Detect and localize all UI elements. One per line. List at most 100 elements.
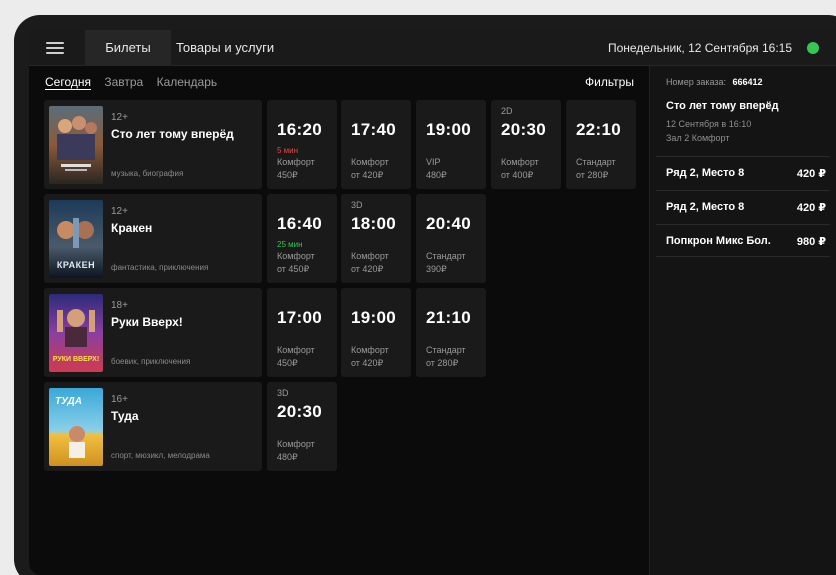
session-price: 450₽ (277, 358, 298, 368)
tab-tickets[interactable]: Билеты (85, 30, 171, 66)
order-session-hall: Зал 2 Комфорт (666, 133, 730, 143)
order-item-label: Попкрон Микс Бол. (666, 235, 771, 247)
day-today[interactable]: Сегодня (45, 75, 91, 89)
session-hall: Стандарт (426, 345, 466, 355)
session-time: 22:10 (576, 120, 621, 139)
order-item[interactable]: Ряд 2, Место 8 420 ₽ (656, 190, 830, 223)
session-card[interactable]: 17:40 Комфорт от 420₽ (341, 100, 411, 189)
session-card[interactable]: 16:40 25 мин Комфорт от 450₽ (267, 194, 337, 283)
filters-button[interactable]: Фильтры (585, 75, 634, 89)
session-card[interactable]: 3D 20:30 Комфорт 480₽ (267, 382, 337, 471)
session-hall: Стандарт (426, 251, 466, 261)
session-hall: Комфорт (277, 251, 315, 261)
session-card[interactable]: 22:10 Стандарт от 280₽ (566, 100, 636, 189)
session-format: 2D (501, 106, 513, 116)
order-item-label: Ряд 2, Место 8 (666, 201, 745, 213)
order-item[interactable]: Ряд 2, Место 8 420 ₽ (656, 156, 830, 189)
order-item-price: 420 ₽ (796, 168, 826, 180)
session-hall: Комфорт (351, 345, 389, 355)
order-item-label: Ряд 2, Место 8 (666, 167, 745, 179)
order-item[interactable]: Попкрон Микс Бол. 980 ₽ (656, 224, 830, 257)
session-hall: VIP (426, 157, 441, 167)
movie-poster: ТУДА (49, 388, 103, 466)
movie-genre: боевик, приключения (111, 357, 191, 366)
session-price: от 420₽ (351, 264, 384, 274)
order-movie-title: Сто лет тому вперёд (666, 100, 779, 112)
movie-genre: музыка, биография (111, 169, 184, 178)
session-time: 21:10 (426, 308, 471, 327)
session-card[interactable]: 21:10 Стандарт от 280₽ (416, 288, 486, 377)
session-time: 17:00 (277, 308, 322, 327)
session-price: 390₽ (426, 264, 447, 274)
movie-title: Кракен (111, 221, 153, 235)
current-datetime: Понедельник, 12 Сентября 16:15 (607, 41, 792, 55)
session-hall: Комфорт (351, 157, 389, 167)
order-number-label: Номер заказа: (666, 77, 727, 87)
app-screen: Билеты Товары и услуги Понедельник, 12 С… (29, 30, 836, 575)
order-session-info: 12 Сентября в 16:10 Зал 2 Комфорт (666, 117, 751, 145)
poster-caption: КРАКЕН (56, 260, 96, 270)
session-hall: Комфорт (277, 439, 315, 449)
session-card[interactable]: 2D 20:30 Комфорт от 400₽ (491, 100, 561, 189)
order-item-price: 420 ₽ (796, 202, 826, 214)
session-time: 18:00 (351, 214, 396, 233)
session-hall: Комфорт (501, 157, 539, 167)
tab-goods-services[interactable]: Товары и услуги (176, 30, 274, 66)
session-format: 3D (351, 200, 363, 210)
session-time: 16:20 (277, 120, 322, 139)
movie-title: Руки Вверх! (111, 315, 183, 329)
online-status-indicator (807, 42, 819, 54)
movie-title: Туда (111, 409, 139, 423)
movie-poster (49, 106, 103, 184)
session-time: 20:30 (277, 402, 322, 421)
session-hall: Комфорт (277, 345, 315, 355)
session-format: 3D (277, 388, 289, 398)
age-rating: 12+ (111, 206, 128, 217)
movie-card[interactable]: КРАКЕН 12+ Кракен фантастика, приключени… (44, 194, 262, 283)
movie-card[interactable]: РУКИ ВВЕРХ! 18+ Руки Вверх! боевик, прик… (44, 288, 262, 377)
session-price: от 450₽ (277, 264, 310, 274)
session-card[interactable]: 16:20 5 мин Комфорт 450₽ (267, 100, 337, 189)
session-starts-soon: 25 мин (277, 240, 303, 249)
session-price: от 420₽ (351, 358, 384, 368)
order-number-row: Номер заказа: 666412 (666, 77, 763, 87)
session-time: 20:30 (501, 120, 546, 139)
order-session-date: 12 Сентября в 16:10 (666, 119, 752, 129)
session-hall: Комфорт (277, 157, 315, 167)
top-bar: Билеты Товары и услуги Понедельник, 12 С… (29, 30, 836, 66)
session-starts-soon: 5 мин (277, 146, 299, 155)
session-price: от 420₽ (351, 170, 384, 180)
day-filter-nav: Сегодня Завтра Календарь (45, 75, 227, 89)
day-calendar[interactable]: Календарь (157, 75, 218, 89)
poster-caption: ТУДА (55, 396, 82, 407)
session-price: 480₽ (277, 452, 298, 462)
session-time: 19:00 (426, 120, 471, 139)
movie-card[interactable]: ТУДА 16+ Туда спорт, мюзикл, мелодрама (44, 382, 262, 471)
movie-poster: КРАКЕН (49, 200, 103, 278)
session-hall: Стандарт (576, 157, 616, 167)
poster-caption: РУКИ ВВЕРХ! (52, 356, 100, 363)
day-tomorrow[interactable]: Завтра (104, 75, 143, 89)
session-card[interactable]: 20:40 Стандарт 390₽ (416, 194, 486, 283)
session-time: 20:40 (426, 214, 471, 233)
hamburger-menu-icon[interactable] (46, 42, 64, 54)
session-price: от 280₽ (426, 358, 459, 368)
order-number: 666412 (732, 77, 763, 87)
session-time: 16:40 (277, 214, 322, 233)
movie-genre: фантастика, приключения (111, 263, 209, 272)
age-rating: 12+ (111, 112, 128, 123)
session-card[interactable]: 19:00 VIP 480₽ (416, 100, 486, 189)
session-card[interactable]: 19:00 Комфорт от 420₽ (341, 288, 411, 377)
session-card[interactable]: 17:00 Комфорт 450₽ (267, 288, 337, 377)
order-panel: Номер заказа: 666412 Сто лет тому вперёд… (649, 66, 836, 575)
session-price: от 400₽ (501, 170, 534, 180)
session-hall: Комфорт (351, 251, 389, 261)
session-time: 19:00 (351, 308, 396, 327)
session-price: 480₽ (426, 170, 447, 180)
movie-card[interactable]: 12+ Сто лет тому вперёд музыка, биографи… (44, 100, 262, 189)
movie-genre: спорт, мюзикл, мелодрама (111, 451, 210, 460)
session-card[interactable]: 3D 18:00 Комфорт от 420₽ (341, 194, 411, 283)
age-rating: 18+ (111, 300, 128, 311)
session-price: от 280₽ (576, 170, 609, 180)
order-item-price: 980 ₽ (796, 236, 826, 248)
